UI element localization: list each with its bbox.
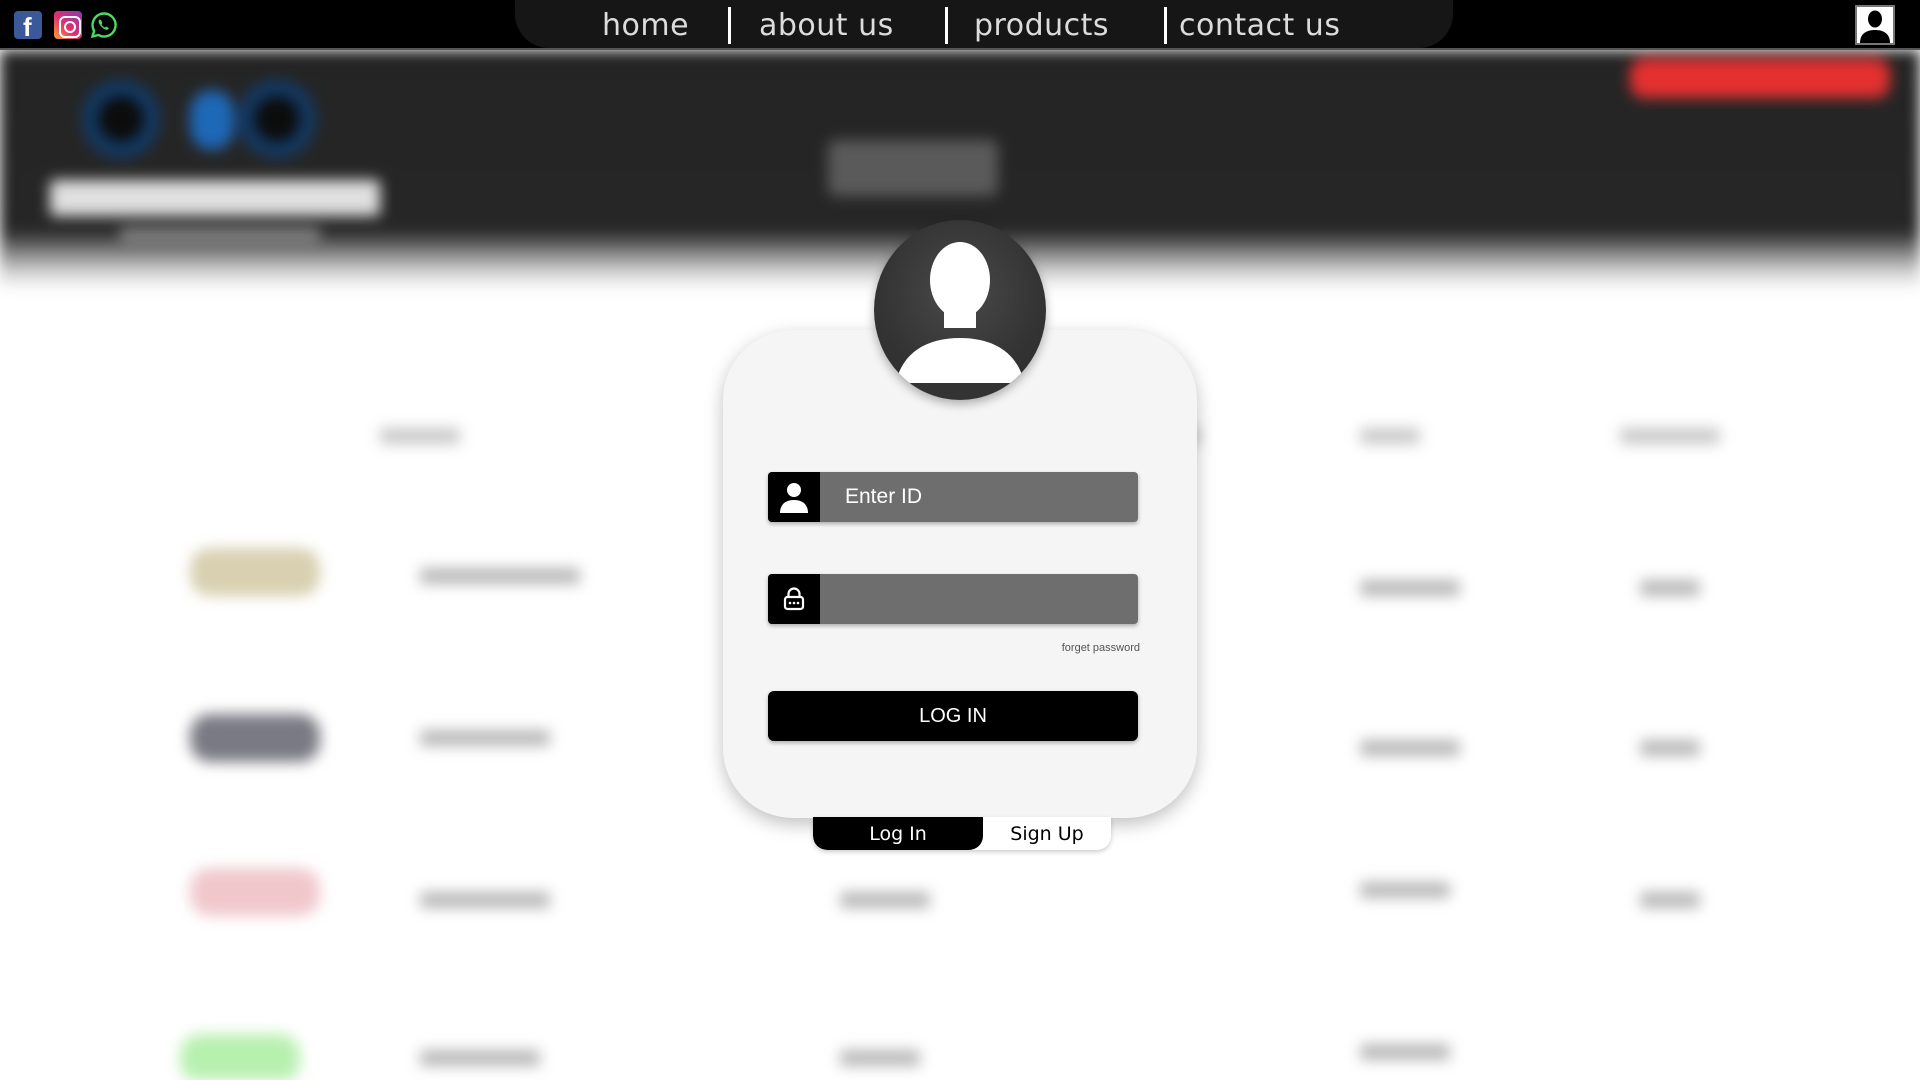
instagram-icon[interactable] [54, 11, 82, 39]
background-column-header [1360, 428, 1420, 444]
login-button[interactable]: LOG IN [768, 691, 1138, 741]
nav-separator [1164, 7, 1167, 44]
nav-link-about-us[interactable]: about us [759, 8, 894, 43]
background-product-image [190, 548, 320, 596]
background-product-cell [1640, 740, 1700, 756]
background-product-image [180, 1034, 300, 1080]
nav-link-home[interactable]: home [602, 8, 689, 43]
background-product-cell [1360, 882, 1450, 898]
background-product-name [420, 730, 550, 746]
background-logo-subtext [120, 228, 320, 240]
password-input[interactable] [820, 574, 1138, 624]
password-field [768, 574, 1138, 624]
forget-password-link[interactable]: forget password [1000, 642, 1140, 654]
background-column-header [1620, 428, 1720, 444]
background-product-cell [840, 1050, 920, 1066]
background-product-cell [1360, 740, 1460, 756]
user-glyph [1860, 10, 1890, 43]
background-logo-center [190, 90, 234, 150]
background-product-cell [840, 892, 930, 908]
whatsapp-glyph [90, 12, 117, 39]
id-field [768, 472, 1138, 522]
nav-link-contact-us[interactable]: contact us [1179, 8, 1340, 43]
user-icon[interactable] [1855, 5, 1895, 45]
lock-icon [768, 574, 820, 624]
background-product-cell [1640, 892, 1700, 908]
background-column-header [380, 428, 460, 444]
background-logo-text [50, 180, 380, 216]
background-red-button [1630, 58, 1890, 98]
id-input[interactable] [820, 472, 1138, 522]
background-logo-left-lens [82, 80, 160, 158]
nav-separator [945, 7, 948, 44]
facebook-icon[interactable] [14, 11, 42, 43]
background-product-name [420, 892, 550, 908]
background-logo-right-lens [238, 80, 316, 158]
background-product-image [190, 868, 320, 916]
avatar-silhouette-icon [874, 242, 1046, 400]
nav-menu-bar: home about us products contact us [515, 0, 1453, 48]
background-product-image [190, 714, 320, 762]
nav-link-products[interactable]: products [974, 8, 1109, 43]
background-product-name [420, 1050, 540, 1066]
profile-avatar [874, 220, 1046, 400]
background-page-heading [828, 140, 998, 196]
background-product-cell [1360, 1044, 1450, 1060]
tab-log-in[interactable]: Log In [813, 817, 983, 850]
user-icon [768, 472, 820, 522]
background-product-cell [1640, 580, 1700, 596]
background-product-cell [1360, 580, 1460, 596]
tab-sign-up[interactable]: Sign Up [983, 817, 1111, 850]
top-navbar: home about us products contact us [0, 0, 1920, 50]
background-product-name [420, 568, 580, 584]
nav-separator [728, 7, 731, 44]
whatsapp-icon[interactable] [90, 11, 118, 39]
auth-tabs: Log In Sign Up [813, 817, 1111, 850]
